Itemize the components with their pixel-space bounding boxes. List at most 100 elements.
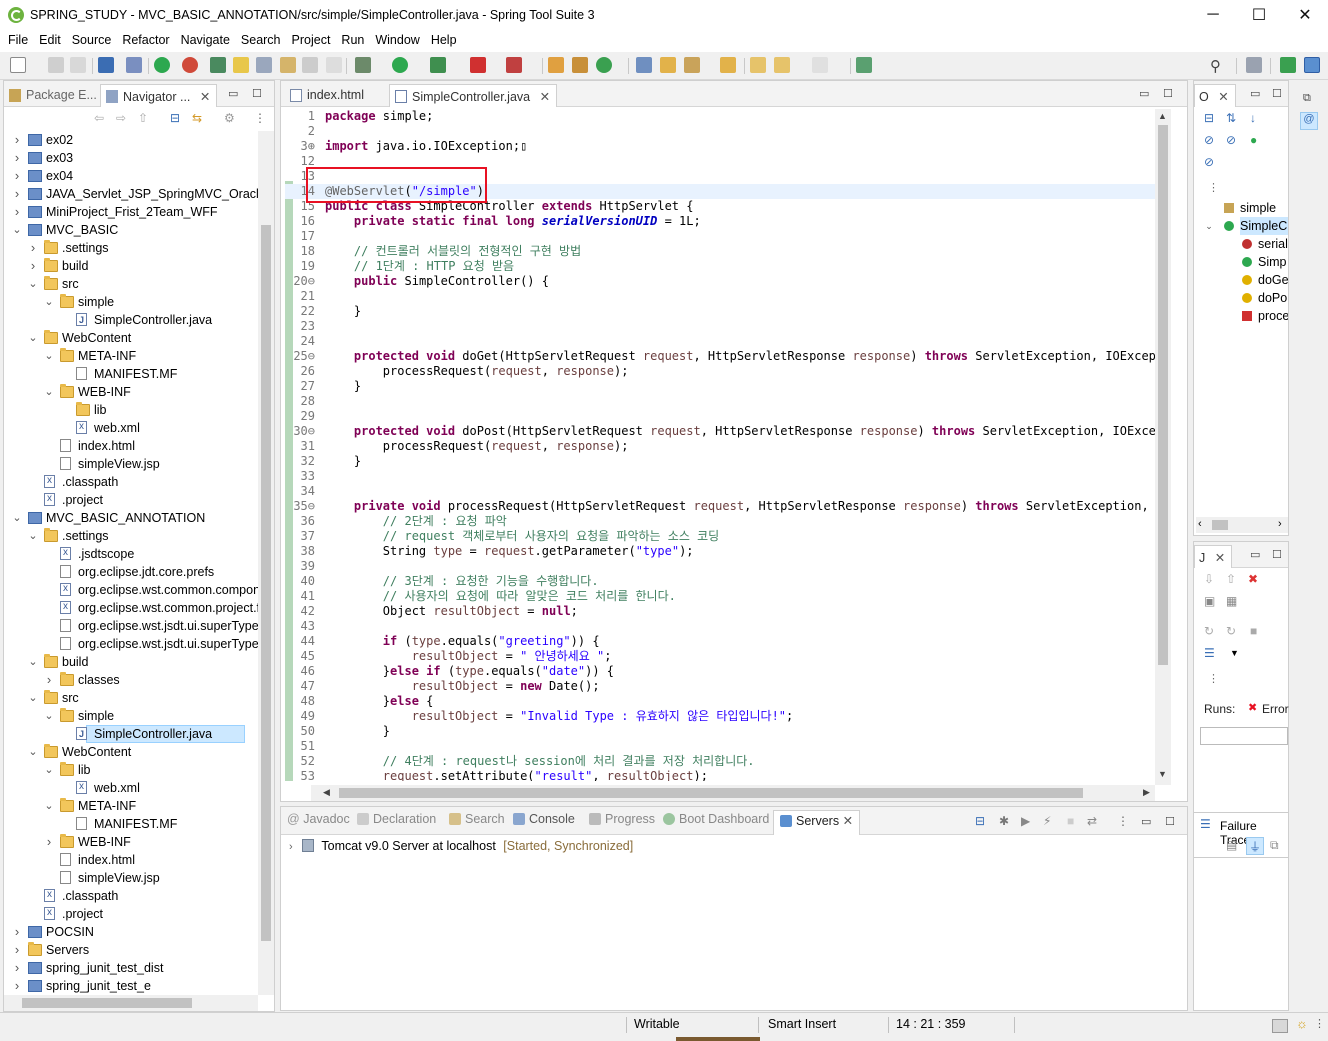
history-icon[interactable]: ☰ xyxy=(1204,646,1215,660)
code-line[interactable]: 20⊖ public SimpleController() { xyxy=(285,274,1155,289)
collapse-servers-icon[interactable]: ⊟ xyxy=(975,814,985,828)
collapse-chevron-icon[interactable]: ⌄ xyxy=(44,383,54,401)
collapse-chevron-icon[interactable]: ⌄ xyxy=(44,761,54,779)
tree-item[interactable]: lib xyxy=(4,401,258,419)
tree-item[interactable]: ⌄ META-INF xyxy=(4,347,258,365)
outline-item[interactable]: simple xyxy=(1194,199,1288,217)
outline-horizontal-scrollbar[interactable]: ‹ › xyxy=(1196,517,1288,533)
copy-trace-icon[interactable]: ⧉ xyxy=(1270,838,1279,853)
forward-nav-icon[interactable]: ⇨ xyxy=(116,111,126,125)
code-line[interactable]: 21 xyxy=(285,289,1155,304)
scroll-up-icon[interactable]: ▲ xyxy=(1158,111,1167,121)
search-icon[interactable]: ⚲ xyxy=(1210,57,1221,75)
code-line[interactable]: 24 xyxy=(285,334,1155,349)
tree-item[interactable]: ⌄ .settings xyxy=(4,527,258,545)
code-line[interactable]: 35⊖ private void processRequest(HttpServ… xyxy=(285,499,1155,514)
scroll-right-icon[interactable]: ▶ xyxy=(1143,787,1150,798)
editor-vertical-scrollbar[interactable]: ▲ ▼ xyxy=(1155,109,1171,785)
menu-window[interactable]: Window xyxy=(375,30,425,52)
toggle-icon[interactable] xyxy=(256,57,272,73)
scroll-down-icon[interactable]: ▼ xyxy=(1158,769,1167,779)
menu-search[interactable]: Search xyxy=(241,30,287,52)
boot-relaunch-icon[interactable] xyxy=(182,57,198,73)
tree-item[interactable]: org.eclipse.wst.jsdt.ui.superType.contai… xyxy=(4,617,258,635)
up-nav-icon[interactable]: ⇧ xyxy=(138,111,148,125)
tree-item[interactable]: › MiniProject_Frist_2Team_WFF xyxy=(4,203,258,221)
collapse-chevron-icon[interactable]: ⌄ xyxy=(28,743,38,761)
hide-local-types-icon[interactable]: ⊘ xyxy=(1204,155,1214,169)
code-line[interactable]: 53 request.setAttribute("result", result… xyxy=(285,769,1155,781)
code-line[interactable]: 3⊕ import java.io.IOException;▯ xyxy=(285,139,1155,154)
prev-failure-icon[interactable]: ⇧ xyxy=(1226,572,1236,586)
collapse-chevron-icon[interactable]: ⌄ xyxy=(12,509,22,527)
link-editor-icon[interactable]: ⇆ xyxy=(192,111,202,125)
collapse-chevron-icon[interactable]: ⌄ xyxy=(1204,217,1214,235)
forward-icon[interactable] xyxy=(812,57,828,73)
rerun-failed-icon[interactable]: ↻ xyxy=(1226,624,1236,638)
expand-chevron-icon[interactable]: › xyxy=(12,923,22,941)
publish-icon[interactable]: ⇄ xyxy=(1087,814,1097,828)
outline-item[interactable]: ⌄ SimpleC xyxy=(1194,217,1288,235)
next-failure-icon[interactable]: ⇩ xyxy=(1204,572,1214,586)
code-line[interactable]: 2 xyxy=(285,124,1155,139)
code-line[interactable]: 48 }else { xyxy=(285,694,1155,709)
expand-chevron-icon[interactable]: › xyxy=(12,941,22,959)
expand-chevron-icon[interactable]: › xyxy=(12,203,22,221)
expand-chevron-icon[interactable]: › xyxy=(12,167,22,185)
server-row[interactable]: › Tomcat v9.0 Server at localhost [Start… xyxy=(289,837,633,855)
tab-servers[interactable]: Servers ✕ xyxy=(773,810,861,835)
minimize-editor-icon[interactable]: ▭ xyxy=(1139,87,1149,100)
menu-source[interactable]: Source xyxy=(72,30,118,52)
pin-editor-icon[interactable] xyxy=(856,57,872,73)
spring-boot-icon[interactable] xyxy=(154,57,170,73)
tree-item[interactable]: › classes xyxy=(4,671,258,689)
maximize-view-icon[interactable]: ☐ xyxy=(252,87,262,100)
expand-chevron-icon[interactable]: › xyxy=(12,131,22,149)
code-line[interactable]: 49 resultObject = "Invalid Type : 유효하지 않… xyxy=(285,709,1155,724)
tree-item[interactable]: › .settings xyxy=(4,239,258,257)
outline-scroll-right-icon[interactable]: › xyxy=(1278,518,1282,530)
expand-chevron-icon[interactable]: › xyxy=(28,257,38,275)
close-tab-icon[interactable]: ✕ xyxy=(200,90,210,104)
collapse-chevron-icon[interactable]: ⌄ xyxy=(44,293,54,311)
tree-item[interactable]: ⌄ MVC_BASIC_ANNOTATION xyxy=(4,509,258,527)
minimize-view-icon[interactable]: ▭ xyxy=(228,87,238,100)
tree-vertical-scrollbar[interactable] xyxy=(258,131,274,995)
code-line[interactable]: 27 } xyxy=(285,379,1155,394)
hide-nonpublic-icon[interactable]: ● xyxy=(1250,133,1257,147)
save-all-icon[interactable] xyxy=(70,57,86,73)
code-line[interactable]: 45 resultObject = " 안녕하세요 "; xyxy=(285,649,1155,664)
code-line[interactable]: 36 // 2단계 : 요청 파악 xyxy=(285,514,1155,529)
next-annotation-icon[interactable] xyxy=(280,57,296,73)
code-line[interactable]: 39 xyxy=(285,559,1155,574)
tree-item[interactable]: SimpleController.java xyxy=(4,725,258,743)
collapse-chevron-icon[interactable]: ⌄ xyxy=(28,527,38,545)
tab-console[interactable]: Console xyxy=(513,812,575,832)
tree-item[interactable]: org.eclipse.wst.common.project.facet xyxy=(4,598,258,617)
javadoc-trim-icon[interactable]: @ xyxy=(1300,112,1318,130)
tree-item[interactable]: index.html xyxy=(4,437,258,455)
outline-scroll-thumb[interactable] xyxy=(1212,520,1228,530)
view-menu-icon[interactable]: ⋮ xyxy=(254,111,266,125)
junit-view-menu-icon[interactable]: ⋮ xyxy=(1208,672,1219,685)
tree-item[interactable]: ⌄ build xyxy=(4,653,258,671)
editor-hscroll-thumb[interactable] xyxy=(339,788,1083,798)
code-line[interactable]: 52 // 4단계 : request나 session에 처리 결과를 저장 … xyxy=(285,754,1155,769)
sort-outline-icon[interactable]: ⇅ xyxy=(1226,111,1236,125)
minimize-button[interactable]: ─ xyxy=(1190,0,1236,30)
tree-item[interactable]: ⌄ src xyxy=(4,275,258,293)
run-icon[interactable] xyxy=(392,57,408,73)
stop-server-icon[interactable]: ■ xyxy=(1067,814,1074,828)
coverage-icon[interactable] xyxy=(430,57,446,73)
minimize-servers-icon[interactable]: ▭ xyxy=(1141,815,1151,828)
tree-item[interactable]: .classpath xyxy=(4,886,258,905)
code-line[interactable]: 34 xyxy=(285,484,1155,499)
collapse-chevron-icon[interactable]: ⌄ xyxy=(28,329,38,347)
tree-item[interactable]: › ex04 xyxy=(4,167,258,185)
tab-declaration[interactable]: Declaration xyxy=(357,812,436,832)
scroll-lock-icon[interactable]: ▣ xyxy=(1204,594,1215,608)
tree-item[interactable]: ⌄ META-INF xyxy=(4,797,258,815)
new-java-project-icon[interactable] xyxy=(548,57,564,73)
tree-item[interactable]: › ex02 xyxy=(4,131,258,149)
tab-junit[interactable]: J ✕ xyxy=(1194,545,1233,568)
